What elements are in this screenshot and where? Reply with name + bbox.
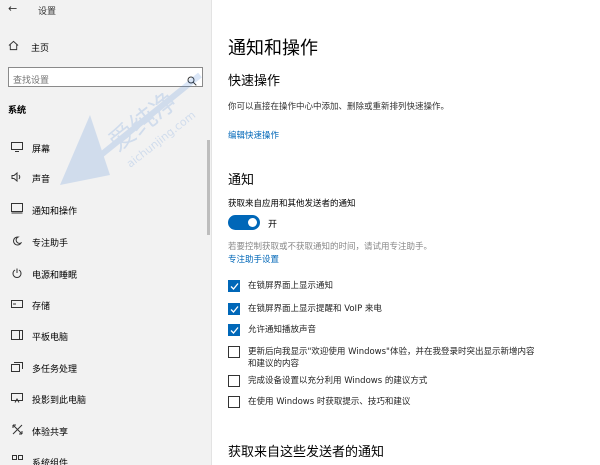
sidebar-item-tablet[interactable]: 平板电脑	[0, 324, 211, 348]
notifications-heading: 通知	[228, 173, 255, 188]
home-nav-item[interactable]: 主页	[8, 40, 49, 54]
edit-quick-actions-link[interactable]: 编辑快速操作	[228, 129, 279, 141]
toggle-state-label: 开	[268, 220, 278, 230]
sidebar-item-label: 存储	[32, 301, 51, 312]
page-title: 通知和操作	[228, 38, 318, 59]
focus-assist-hint: 若要控制获取或不获取通知的时间，请试用专注助手。	[228, 242, 433, 252]
senders-heading: 获取来自这些发送者的通知	[228, 445, 385, 460]
checkbox-row-device-setup[interactable]: 完成设备设置以充分利用 Windows 的建议方式	[228, 375, 538, 387]
title-bar: ← 设置	[0, 0, 212, 20]
sidebar-item-label: 电源和睡眠	[32, 270, 78, 281]
sidebar-item-storage[interactable]: 存储	[0, 293, 211, 317]
sidebar-item-label: 多任务处理	[32, 364, 78, 375]
checkbox[interactable]	[228, 375, 240, 387]
sidebar-item-display[interactable]: 屏幕	[0, 136, 211, 160]
checkbox[interactable]	[228, 280, 240, 292]
checkbox-label: 允许通知播放声音	[248, 325, 317, 335]
checkbox[interactable]	[228, 346, 240, 358]
sidebar-item-focus-assist[interactable]: 专注助手	[0, 230, 211, 254]
checkbox-label: 在锁屏界面上显示通知	[248, 281, 334, 291]
sidebar-item-system-components[interactable]: 系统组件	[0, 450, 211, 465]
sidebar-item-notifications[interactable]: 通知和操作	[0, 198, 211, 222]
speaker-icon	[8, 171, 26, 185]
sidebar-item-project[interactable]: 投影到此电脑	[0, 387, 211, 411]
search-box[interactable]	[8, 67, 203, 90]
sidebar-item-multitasking[interactable]: 多任务处理	[0, 356, 211, 380]
checkbox[interactable]	[228, 324, 240, 336]
quick-actions-heading: 快速操作	[228, 74, 281, 89]
tablet-icon	[8, 329, 26, 343]
sidebar-scrollbar[interactable]	[207, 140, 210, 235]
project-icon	[8, 392, 26, 406]
sidebar-item-label: 平板电脑	[32, 332, 69, 343]
sidebar-item-label: 屏幕	[32, 144, 51, 155]
sidebar-item-label: 声音	[32, 174, 51, 185]
share-icon	[8, 424, 26, 438]
home-icon	[8, 40, 22, 54]
focus-assist-settings-link[interactable]: 专注助手设置	[228, 253, 279, 265]
multitask-icon	[8, 361, 26, 375]
sidebar-item-power-sleep[interactable]: 电源和睡眠	[0, 262, 211, 286]
sidebar-item-shared-experiences[interactable]: 体验共享	[0, 419, 211, 443]
search-icon[interactable]	[187, 71, 197, 86]
section-heading-system: 系统	[8, 106, 27, 116]
moon-icon	[8, 235, 26, 249]
search-input[interactable]	[9, 72, 179, 90]
sidebar-item-label: 通知和操作	[32, 206, 78, 217]
sidebar: ← 设置 主页 系统 屏幕 声音 通知和操作 专注助手 电源和睡眠 存储	[0, 0, 212, 465]
checkbox-row-tips[interactable]: 在使用 Windows 时获取提示、技巧和建议	[228, 396, 538, 408]
power-icon	[8, 268, 26, 281]
main-content: 通知和操作 快速操作 你可以直接在操作中心中添加、删除或重新排列快速操作。 编辑…	[212, 0, 600, 465]
sidebar-item-label: 投影到此电脑	[32, 395, 87, 406]
checkbox-row-lockscreen-notifications[interactable]: 在锁屏界面上显示通知	[228, 280, 538, 292]
checkbox[interactable]	[228, 396, 240, 408]
app-title: 设置	[38, 7, 57, 17]
notifications-toggle[interactable]	[228, 215, 260, 230]
components-icon	[8, 455, 26, 465]
back-arrow-icon[interactable]: ←	[8, 2, 17, 15]
sidebar-item-label: 体验共享	[32, 427, 69, 438]
checkbox-label: 在使用 Windows 时获取提示、技巧和建议	[248, 397, 411, 407]
sidebar-item-sound[interactable]: 声音	[0, 166, 211, 190]
toggle-knob	[248, 218, 257, 227]
checkbox-label: 完成设备设置以充分利用 Windows 的建议方式	[248, 376, 428, 386]
checkbox[interactable]	[228, 303, 240, 315]
quick-actions-description: 你可以直接在操作中心中添加、删除或重新排列快速操作。	[228, 102, 450, 112]
checkbox-row-lockscreen-reminders[interactable]: 在锁屏界面上显示提醒和 VoIP 来电	[228, 303, 538, 315]
checkbox-label: 在锁屏界面上显示提醒和 VoIP 来电	[248, 304, 382, 314]
sidebar-item-label: 系统组件	[32, 458, 69, 465]
notification-icon	[8, 203, 26, 217]
storage-icon	[8, 299, 26, 311]
checkbox-label: 更新后向我显示"欢迎使用 Windows"体验，并在我登录时突出显示新增内容和建…	[248, 347, 535, 369]
home-label: 主页	[31, 43, 50, 54]
notifications-toggle-label: 获取来自应用和其他发送者的通知	[228, 199, 356, 209]
display-icon	[8, 141, 26, 155]
checkbox-row-welcome-experience[interactable]: 更新后向我显示"欢迎使用 Windows"体验，并在我登录时突出显示新增内容和建…	[228, 346, 538, 370]
sidebar-item-label: 专注助手	[32, 238, 69, 249]
checkbox-row-notification-sounds[interactable]: 允许通知播放声音	[228, 324, 538, 336]
